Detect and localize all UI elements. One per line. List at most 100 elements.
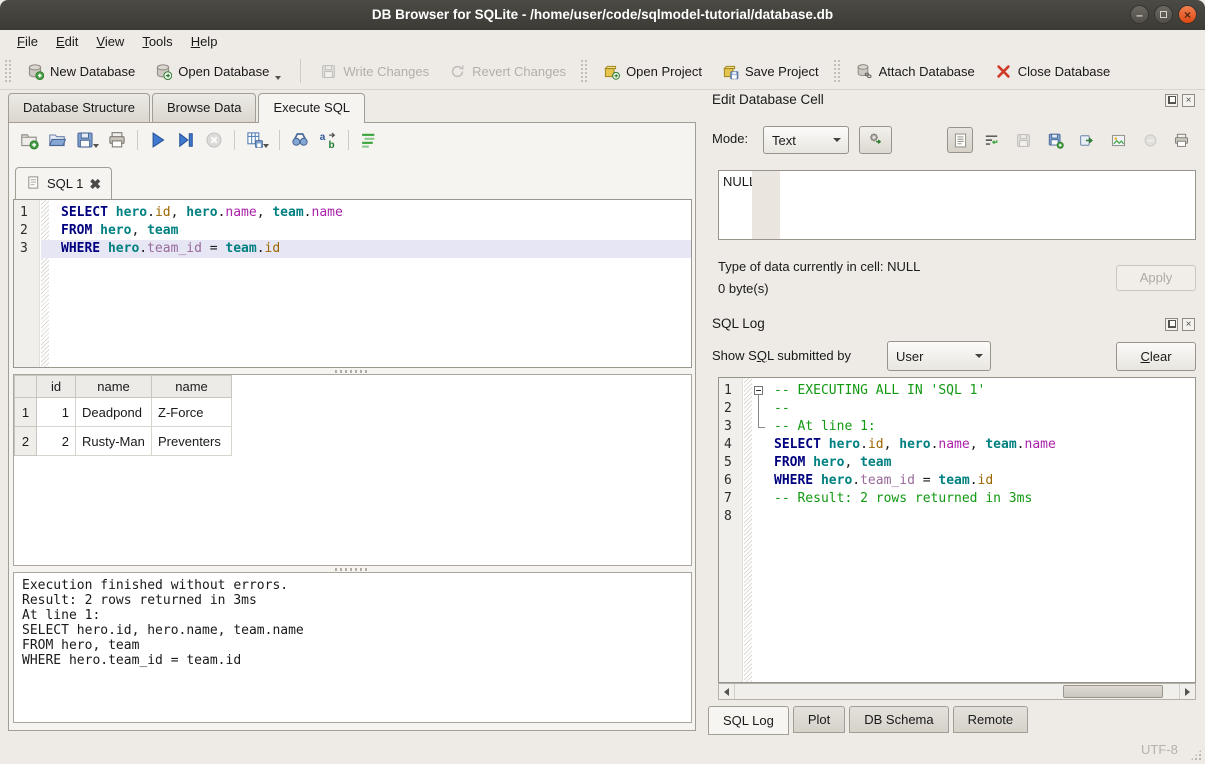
row-number[interactable]: 2: [15, 427, 37, 456]
open-database-button[interactable]: Open Database: [145, 59, 291, 84]
menu-tools[interactable]: Tools: [133, 32, 181, 51]
dropdown-caret[interactable]: [263, 144, 269, 148]
menu-file[interactable]: File: [8, 32, 47, 51]
save-project-button[interactable]: Save Project: [712, 59, 829, 84]
write-changes-icon: [320, 63, 337, 80]
open-project-button[interactable]: Open Project: [593, 59, 712, 84]
execute-all-button[interactable]: [148, 130, 168, 150]
main-tab-bar: Database StructureBrowse DataExecute SQL: [8, 93, 367, 123]
tab-browse-data[interactable]: Browse Data: [152, 93, 256, 122]
save-sql-file-button[interactable]: [75, 130, 99, 150]
cell[interactable]: 1: [37, 398, 76, 427]
print-button[interactable]: [107, 130, 127, 150]
set-mode-button[interactable]: [859, 126, 892, 154]
menu-help[interactable]: Help: [182, 32, 227, 51]
execute-line-button[interactable]: [176, 130, 196, 150]
window-controls: –×: [1130, 5, 1197, 24]
fold-margin: [744, 508, 752, 526]
save-as-button[interactable]: [1042, 127, 1068, 153]
results-table: idnamename11DeadpondZ-Force22Rusty-ManPr…: [14, 375, 232, 456]
dropdown-caret[interactable]: [275, 76, 281, 80]
sql-file-tab-icon-slot: [26, 175, 41, 193]
code-line-body: FROM hero, team: [41, 222, 691, 240]
cell[interactable]: Rusty-Man: [76, 427, 152, 456]
find-button[interactable]: [290, 130, 310, 150]
minimize-icon[interactable]: –: [1130, 5, 1149, 24]
tab-execute-sql[interactable]: Execute SQL: [258, 93, 365, 123]
scroll-left-icon[interactable]: [719, 684, 735, 699]
scrollbar-thumb[interactable]: [1063, 685, 1163, 698]
close-tab-icon[interactable]: ✖: [89, 177, 101, 191]
save-project-icon: [722, 63, 739, 80]
cell[interactable]: Deadpond: [76, 398, 152, 427]
line-number: 6: [719, 472, 744, 490]
fold-collapse-icon[interactable]: [754, 386, 763, 395]
column-header-id[interactable]: id: [37, 376, 76, 398]
sql-file-tab[interactable]: SQL 1 ✖: [15, 167, 112, 199]
fold-marker: [752, 454, 768, 472]
cell-type-info: Type of data currently in cell: NULL: [718, 259, 920, 274]
cell[interactable]: Z-Force: [152, 398, 232, 427]
mode-select[interactable]: Text: [763, 126, 849, 154]
write-changes-button: Write Changes: [310, 59, 439, 84]
word-wrap-button[interactable]: [979, 127, 1005, 153]
cell[interactable]: 2: [37, 427, 76, 456]
log-horizontal-scrollbar[interactable]: [718, 683, 1196, 700]
log-line-2: 2--: [719, 400, 1195, 418]
dock-tab-bar: SQL LogPlotDB SchemaRemote: [708, 706, 1028, 735]
dock-tab-db-schema[interactable]: DB Schema: [849, 706, 948, 733]
dock-tab-remote[interactable]: Remote: [953, 706, 1029, 733]
text-view-icon: [952, 132, 969, 149]
replace-button[interactable]: ab: [318, 130, 338, 150]
print-cell-button[interactable]: [1169, 127, 1195, 153]
code-text: -- At line 1:: [768, 418, 1195, 436]
close-icon[interactable]: ×: [1178, 5, 1197, 24]
corner-header[interactable]: [15, 376, 37, 398]
scroll-right-icon[interactable]: [1179, 684, 1195, 699]
close-panel-icon[interactable]: ×: [1182, 94, 1195, 107]
float-panel-icon[interactable]: [1165, 94, 1178, 107]
dropdown-caret[interactable]: [93, 144, 99, 148]
dock-tab-plot[interactable]: Plot: [793, 706, 845, 733]
sql-log-filter-select[interactable]: User: [887, 341, 991, 371]
toolbar-grip[interactable]: [581, 60, 587, 82]
menu-view[interactable]: View: [87, 32, 133, 51]
fold-margin: [744, 472, 752, 490]
fold-margin: [744, 418, 752, 436]
fold-margin: [41, 240, 49, 258]
sql-editor[interactable]: 1SELECT hero.id, hero.name, team.name2FR…: [13, 199, 692, 368]
image-view-button[interactable]: [1106, 127, 1132, 153]
maximize-icon[interactable]: [1154, 5, 1173, 24]
tab-database-structure[interactable]: Database Structure: [8, 93, 150, 122]
cell-editor[interactable]: NULL: [718, 170, 1196, 240]
attach-database-button[interactable]: Attach Database: [846, 59, 985, 84]
export-data-button[interactable]: [1074, 127, 1100, 153]
cell[interactable]: Preventers: [152, 427, 232, 456]
menu-edit[interactable]: Edit: [47, 32, 87, 51]
close-panel-icon[interactable]: ×: [1182, 318, 1195, 331]
sql-log-view[interactable]: 1-- EXECUTING ALL IN 'SQL 1'2--3-- At li…: [718, 377, 1196, 683]
open-sql-file-button[interactable]: [47, 130, 67, 150]
code-text: WHERE hero.team_id = team.id: [49, 240, 691, 258]
menu-bar: FileEditViewToolsHelp: [0, 30, 1205, 53]
format-sql-button[interactable]: [359, 130, 379, 150]
dock-tab-sql-log[interactable]: SQL Log: [708, 706, 789, 735]
fold-marker: [752, 436, 768, 454]
fold-marker[interactable]: [752, 382, 768, 400]
text-view-button[interactable]: [947, 127, 973, 153]
toolbar-grip[interactable]: [834, 60, 840, 82]
row-number[interactable]: 1: [15, 398, 37, 427]
toolbar-button-label: Save Project: [745, 63, 819, 80]
resize-grip-icon[interactable]: [1190, 749, 1202, 761]
column-header-name[interactable]: name: [76, 376, 152, 398]
new-tab-button[interactable]: [19, 130, 39, 150]
chevron-down-icon: [833, 138, 841, 142]
column-header-name[interactable]: name: [152, 376, 232, 398]
new-database-button[interactable]: New Database: [17, 59, 145, 84]
float-panel-icon[interactable]: [1165, 318, 1178, 331]
export-results-button[interactable]: [245, 130, 269, 150]
toolbar-grip[interactable]: [5, 60, 11, 82]
close-database-button[interactable]: Close Database: [985, 59, 1121, 84]
clear-button[interactable]: Clear: [1116, 342, 1196, 371]
mode-select-value: Text: [772, 133, 796, 148]
